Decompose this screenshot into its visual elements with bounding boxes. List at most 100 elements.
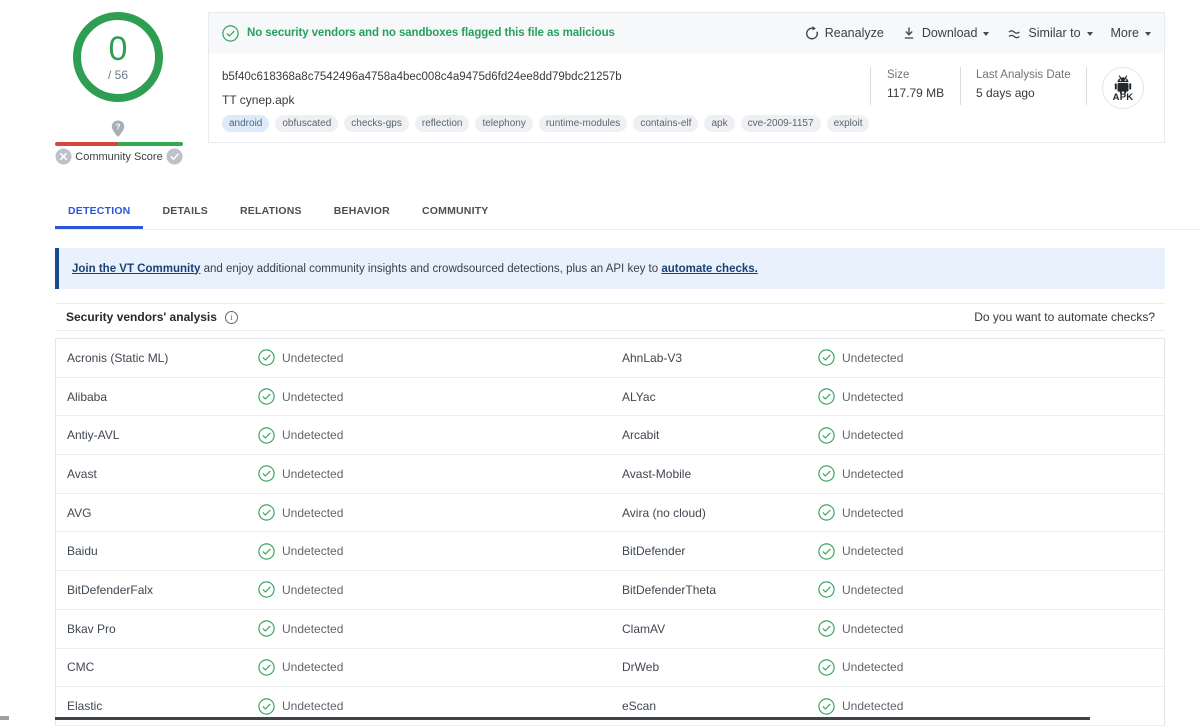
community-score-row: Community Score: [55, 148, 183, 165]
meta-divider: [1086, 67, 1087, 105]
detection-total: / 56: [107, 68, 128, 82]
similar-to-button[interactable]: Similar to: [1007, 26, 1093, 40]
file-type-badge: APK: [1102, 67, 1144, 109]
vendor-row: AVG Undetected Avira (no cloud) Undetected: [56, 494, 1164, 533]
vendor-row: Baidu Undetected BitDefender Undetected: [56, 532, 1164, 572]
similar-to-icon: [1008, 29, 1021, 38]
vendor-status: Undetected: [818, 427, 1164, 444]
undetected-check-icon: [258, 620, 275, 637]
tab-relations[interactable]: RELATIONS: [227, 196, 315, 229]
file-summary-body: b5f40c618368a8c7542496a4758a4bec008c4a94…: [209, 53, 1164, 142]
vendor-status: Undetected: [258, 543, 622, 560]
undetected-check-icon: [258, 543, 275, 560]
meta-divider: [960, 67, 961, 105]
vendor-name: Avast: [67, 466, 97, 481]
file-summary-card: No security vendors and no sandboxes fla…: [208, 12, 1165, 143]
positive-votes-icon: [166, 148, 183, 165]
scrollbar-corner: [0, 716, 9, 720]
vendor-status: Undetected: [818, 388, 1164, 405]
tab-details[interactable]: DETAILS: [149, 196, 221, 229]
vendor-status: Undetected: [258, 620, 622, 637]
file-sha256: b5f40c618368a8c7542496a4758a4bec008c4a94…: [222, 71, 622, 83]
undetected-check-icon: [818, 427, 835, 444]
file-tags: android obfuscated checks-gps reflection tel…: [222, 115, 870, 132]
vendor-status: Undetected: [258, 697, 622, 715]
download-caret-icon: [983, 31, 990, 36]
undetected-check-icon: [818, 620, 835, 637]
undetected-check-icon: [258, 388, 275, 405]
vendor-name: CMC: [67, 660, 95, 675]
vendors-table: Acronis (Static ML) Undetected AhnLab-V3 Un…: [55, 338, 1165, 726]
vendor-name: AVG: [67, 505, 92, 520]
tab-community[interactable]: COMMUNITY: [409, 196, 502, 229]
undetected-check-icon: [818, 504, 835, 521]
undetected-check-icon: [818, 581, 835, 599]
file-type-label: APK: [1112, 92, 1134, 103]
report-tabs: DETECTION DETAILS RELATIONS BEHAVIOR COMMUNI…: [55, 196, 1200, 230]
tag-reflection[interactable]: reflection: [414, 115, 470, 132]
vendor-name: Baidu: [67, 544, 98, 559]
tab-detection[interactable]: DETECTION: [55, 196, 144, 229]
vendor-row: Acronis (Static ML) Undetected AhnLab-V3 Un…: [56, 339, 1164, 378]
tag-apk[interactable]: apk: [704, 115, 735, 132]
automate-checks-prompt[interactable]: Do you want to automate checks?: [974, 310, 1155, 324]
reanalyze-icon: [805, 26, 818, 40]
analysis-header: Security vendors' analysis i Do you want…: [55, 303, 1165, 331]
similar-to-caret-icon: [1086, 31, 1093, 36]
info-icon[interactable]: i: [224, 310, 238, 324]
tag-cve-2009-1157[interactable]: cve-2009-1157: [740, 115, 821, 132]
tag-checks-gps[interactable]: checks-gps: [344, 115, 409, 132]
vendor-name: Antiy-AVL: [67, 428, 120, 443]
undetected-check-icon: [258, 465, 275, 483]
vendor-name: BitDefenderFalx: [67, 582, 154, 597]
vendor-name: BitDefender: [622, 544, 686, 559]
vendor-status: Undetected: [818, 465, 1164, 483]
svg-text:?: ?: [115, 122, 120, 132]
tag-runtime-modules[interactable]: runtime-modules: [538, 115, 628, 132]
tag-contains-elf[interactable]: contains-elf: [633, 115, 699, 132]
undetected-check-icon: [258, 427, 275, 444]
reanalyze-button[interactable]: Reanalyze: [805, 26, 884, 40]
vendor-name: ALYac: [622, 389, 656, 404]
community-cta-banner: Join the VT Community and enjoy addition…: [55, 248, 1165, 289]
vendor-name: ClamAV: [622, 621, 666, 636]
vendor-name: BitDefenderTheta: [622, 582, 717, 597]
tag-exploit[interactable]: exploit: [826, 115, 870, 132]
vendor-name: Acronis (Static ML): [67, 350, 169, 365]
vendor-row: Alibaba Undetected ALYac Undetected: [56, 378, 1164, 417]
tag-android[interactable]: android: [222, 115, 270, 132]
undetected-check-icon: [258, 349, 275, 367]
more-button[interactable]: More: [1111, 26, 1151, 40]
analysis-title: Security vendors' analysis: [66, 310, 217, 324]
vendor-status: Undetected: [258, 427, 622, 444]
undetected-check-icon: [818, 697, 835, 715]
undetected-check-icon: [818, 659, 835, 676]
tab-behavior[interactable]: BEHAVIOR: [321, 196, 403, 229]
detection-score-circle: 0 / 56: [73, 12, 163, 102]
tag-telephony[interactable]: telephony: [475, 115, 533, 132]
join-vt-community-link[interactable]: Join the VT Community: [72, 263, 200, 275]
vendor-status: Undetected: [818, 581, 1164, 599]
automate-checks-link[interactable]: automate checks.: [661, 263, 758, 275]
check-circle-icon: [222, 24, 239, 42]
vendor-status: Undetected: [818, 620, 1164, 637]
undetected-check-icon: [258, 697, 275, 715]
vendor-name: Alibaba: [67, 389, 108, 404]
verdict-banner: No security vendors and no sandboxes fla…: [209, 13, 1164, 53]
undetected-check-icon: [258, 504, 275, 521]
tag-obfuscated[interactable]: obfuscated: [275, 115, 339, 132]
vendor-status: Undetected: [818, 659, 1164, 676]
verdict-message: No security vendors and no sandboxes fla…: [247, 27, 615, 39]
community-score-bar-positive: [118, 142, 183, 146]
undetected-check-icon: [818, 543, 835, 560]
vendor-status: Undetected: [258, 465, 622, 483]
cta-text: and enjoy additional community insights …: [200, 262, 662, 275]
vendor-row: Antiy-AVL Undetected Arcabit Undetected: [56, 416, 1164, 456]
vendor-name: DrWeb: [622, 660, 660, 675]
vendor-row: Bkav Pro Undetected ClamAV Undetected: [56, 610, 1164, 649]
undetected-check-icon: [818, 465, 835, 483]
vendor-row: CMC Undetected DrWeb Undetected: [56, 649, 1164, 688]
meta-divider: [870, 67, 871, 105]
download-button[interactable]: Download: [902, 26, 990, 40]
undetected-check-icon: [258, 581, 275, 599]
